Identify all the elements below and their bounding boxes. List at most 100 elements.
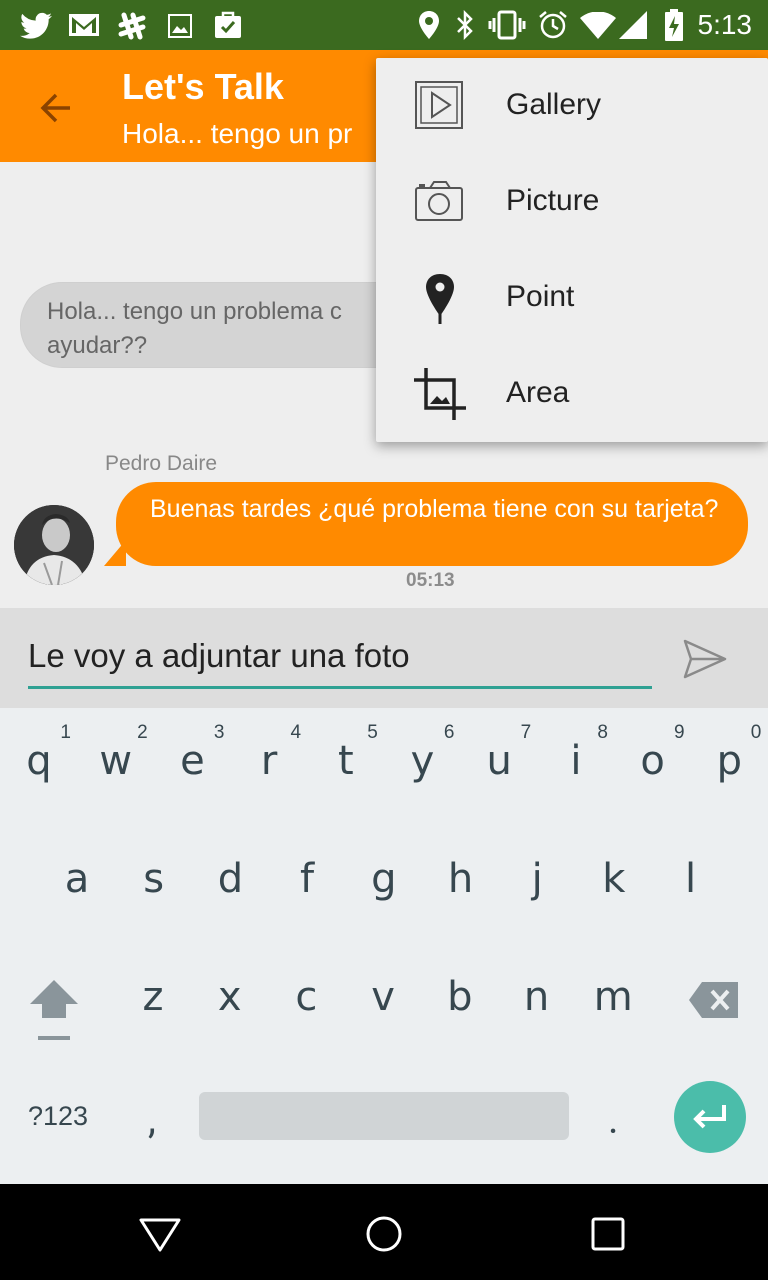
key-o[interactable]: 9o <box>615 708 691 818</box>
key-r[interactable]: 4r <box>231 708 307 818</box>
space-key[interactable] <box>199 1092 569 1140</box>
key-letter: x <box>217 974 242 1020</box>
status-bar: 5:13 <box>0 0 768 50</box>
menu-item-label: Area <box>506 376 570 409</box>
key-letter: q <box>26 738 52 784</box>
key-m[interactable]: m <box>575 944 651 1054</box>
key-x[interactable]: x <box>192 944 268 1054</box>
key-letter: j <box>531 856 543 902</box>
comma-key[interactable]: , <box>148 1096 156 1143</box>
message-input[interactable] <box>28 626 652 689</box>
nav-back-icon[interactable] <box>138 1212 182 1256</box>
key-g[interactable]: g <box>346 826 422 936</box>
key-z[interactable]: z <box>115 944 191 1054</box>
key-letter: e <box>180 738 205 784</box>
menu-item-area[interactable]: Area <box>376 346 768 442</box>
key-letter: v <box>371 974 395 1020</box>
briefcase-check-icon <box>215 11 241 38</box>
key-letter: k <box>602 856 626 902</box>
sender-name: Pedro Daire <box>105 452 218 475</box>
key-letter: l <box>685 856 697 902</box>
key-letter: a <box>64 856 90 902</box>
backspace-key-icon[interactable] <box>688 980 740 1020</box>
status-time: 5:13 <box>697 9 753 40</box>
key-letter: d <box>217 856 244 902</box>
signal-icon <box>619 11 647 39</box>
key-letter: o <box>640 738 665 784</box>
battery-charging-icon <box>665 9 683 41</box>
avatar-photo <box>14 505 94 585</box>
key-letter: s <box>143 856 165 902</box>
gmail-icon <box>69 14 99 36</box>
key-q[interactable]: 1q <box>1 708 77 818</box>
key-letter: t <box>337 738 354 784</box>
message-input-bar <box>0 608 768 708</box>
key-letter: g <box>371 856 397 902</box>
key-i[interactable]: 8i <box>538 708 614 818</box>
key-u[interactable]: 7u <box>461 708 537 818</box>
avatar[interactable] <box>14 505 94 585</box>
key-l[interactable]: l <box>653 826 729 936</box>
alarm-icon <box>539 11 567 39</box>
incoming-message-text: Hola... tengo un problema c ayudar?? <box>47 298 342 359</box>
key-letter: i <box>570 738 582 784</box>
location-icon <box>419 11 439 39</box>
key-letter: z <box>142 974 164 1020</box>
navigation-bar <box>0 1184 768 1280</box>
key-letter: u <box>486 738 512 784</box>
key-letter: c <box>295 974 318 1020</box>
key-letter: y <box>410 738 435 784</box>
menu-item-point[interactable]: Point <box>376 250 768 346</box>
key-letter: w <box>99 738 133 784</box>
key-p[interactable]: 0p <box>691 708 767 818</box>
message-timestamp: 05:13 <box>406 570 455 591</box>
map-pin-icon <box>426 274 454 324</box>
key-d[interactable]: d <box>192 826 268 936</box>
key-letter: p <box>716 738 742 784</box>
key-k[interactable]: k <box>576 826 652 936</box>
enter-key[interactable] <box>674 1081 746 1153</box>
key-letter: n <box>523 974 550 1020</box>
soft-keyboard: 1q2w3e4r5t6y7u8i9o0p a s d f g h j k l z x c v b nm ?… <box>0 708 768 1184</box>
conversation-title: Let's Talk <box>122 66 284 107</box>
key-e[interactable]: 3e <box>154 708 230 818</box>
key-letter: r <box>260 738 278 784</box>
send-icon[interactable] <box>682 638 728 680</box>
outgoing-message-text: Buenas tardes ¿qué problema tiene con su… <box>150 495 719 523</box>
key-j[interactable]: j <box>499 826 575 936</box>
key-v[interactable]: v <box>345 944 421 1054</box>
twitter-icon <box>20 12 52 39</box>
slack-icon <box>118 12 146 40</box>
nav-home-icon[interactable] <box>362 1212 406 1256</box>
nav-recents-icon[interactable] <box>586 1212 630 1256</box>
key-letter: b <box>447 974 473 1020</box>
key-h[interactable]: h <box>423 826 499 936</box>
key-letter: h <box>447 856 474 902</box>
menu-item-label: Point <box>506 280 575 313</box>
menu-item-label: Picture <box>506 184 600 217</box>
key-y[interactable]: 6y <box>385 708 461 818</box>
key-letter: f <box>300 856 315 902</box>
menu-item-gallery[interactable]: Gallery <box>376 58 768 154</box>
key-w[interactable]: 2w <box>78 708 154 818</box>
image-icon <box>168 14 192 38</box>
key-letter: m <box>593 974 633 1020</box>
shift-key-icon[interactable] <box>28 978 80 1044</box>
back-arrow-icon[interactable] <box>36 88 76 128</box>
key-a[interactable]: a <box>39 826 115 936</box>
key-b[interactable]: b <box>422 944 498 1054</box>
period-key[interactable]: . <box>608 1096 619 1143</box>
outgoing-message-bubble: Buenas tardes ¿qué problema tiene con su… <box>116 482 748 566</box>
symbols-key[interactable]: ?123 <box>28 1101 88 1132</box>
key-f[interactable]: f <box>269 826 345 936</box>
key-c[interactable]: c <box>268 944 344 1054</box>
vibrate-icon <box>488 10 526 40</box>
key-n[interactable]: n <box>499 944 575 1054</box>
key-t[interactable]: 5t <box>308 708 384 818</box>
wifi-icon <box>580 12 616 39</box>
conversation-subtitle: Hola... tengo un pr <box>122 118 353 149</box>
camera-icon <box>415 181 463 221</box>
key-s[interactable]: s <box>116 826 192 936</box>
menu-item-picture[interactable]: Picture <box>376 154 768 250</box>
menu-item-label: Gallery <box>506 88 602 121</box>
